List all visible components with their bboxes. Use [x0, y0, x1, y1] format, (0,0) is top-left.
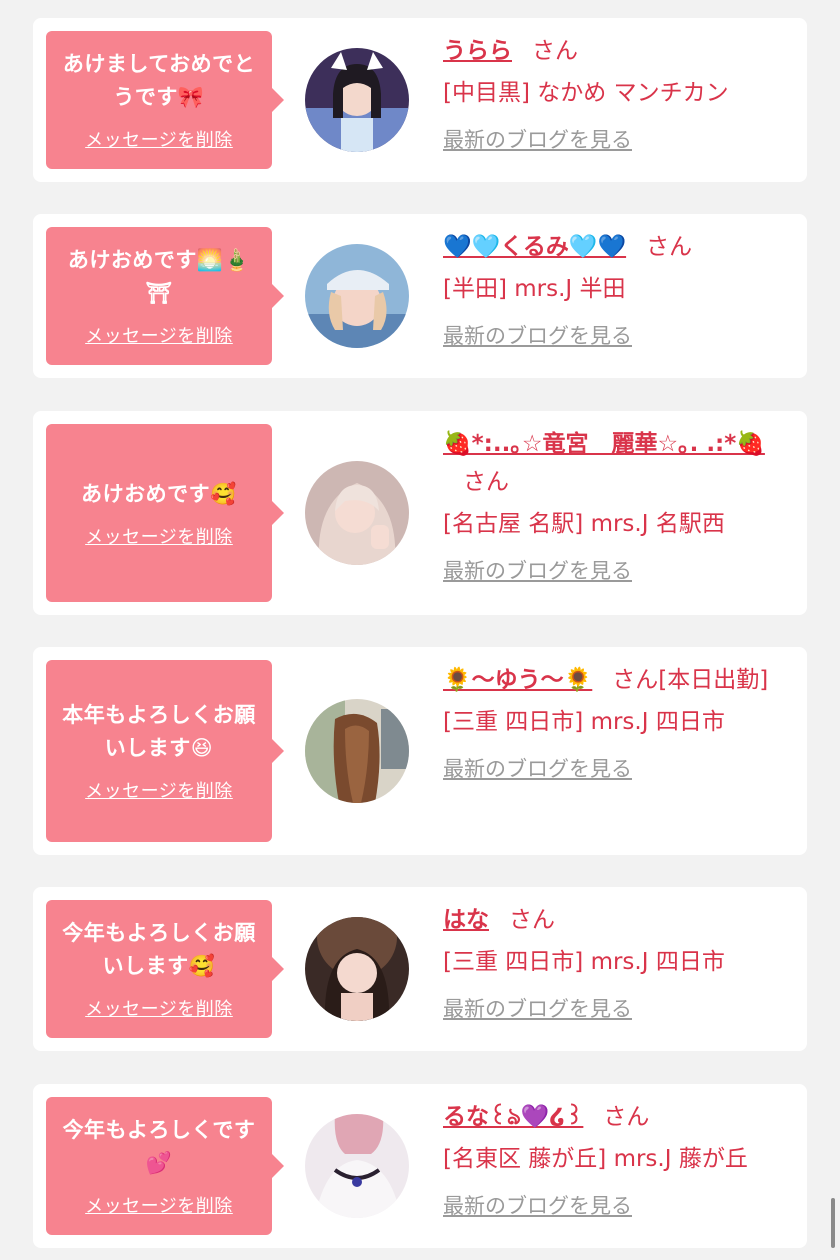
- delete-message-link[interactable]: メッセージを削除: [85, 777, 233, 803]
- message-bubble: 本年もよろしくお願いします😆 メッセージを削除: [46, 660, 284, 842]
- avatar[interactable]: [305, 48, 409, 152]
- message-card: 今年もよろしくお願いします🥰 メッセージを削除 はな さん [三重 四日市] mr…: [33, 887, 807, 1051]
- avatar[interactable]: [305, 461, 409, 565]
- message-card: あけおめです🥰 メッセージを削除 🍓*:..｡☆竜宮 麗華☆｡. .:*🍓 さん …: [33, 411, 807, 615]
- sender-info: るな꒰ঌ💜໒꒱ さん [名東区 藤が丘] mrs.J 藤が丘 最新のブログを見る: [443, 1098, 799, 1221]
- sender-info: はな さん [三重 四日市] mrs.J 四日市 最新のブログを見る: [443, 901, 799, 1024]
- message-bubble: あけおめです🌅🎍⛩ メッセージを削除: [46, 227, 284, 365]
- avatar-photo-icon: [305, 48, 409, 152]
- sender-info: 💙🩵くるみ🩵💙 さん [半田] mrs.J 半田 最新のブログを見る: [443, 228, 799, 351]
- shop-label: [三重 四日市] mrs.J 四日市: [443, 949, 725, 975]
- sender-name-link[interactable]: 🌻〜ゆう〜🌻: [443, 667, 592, 693]
- message-card: あけましておめでとうです🎀 メッセージを削除 うらら さん [中目黒] なかめ マ…: [33, 18, 807, 182]
- shop-label: [名古屋 名駅] mrs.J 名駅西: [443, 511, 725, 537]
- message-bubble: 今年もよろしくです💕 メッセージを削除: [46, 1097, 284, 1235]
- message-text: 本年もよろしくお願いします😆: [62, 703, 256, 760]
- message-text: あけおめです🥰: [81, 481, 237, 506]
- avatar-photo-icon: [305, 917, 409, 1021]
- avatar[interactable]: [305, 244, 409, 348]
- honorific: さん[本日出勤]: [612, 667, 769, 693]
- delete-message-link[interactable]: メッセージを削除: [85, 1192, 233, 1218]
- sender-name-link[interactable]: 🍓*:..｡☆竜宮 麗華☆｡. .:*🍓: [443, 431, 765, 457]
- avatar[interactable]: [305, 699, 409, 803]
- sender-name-link[interactable]: 💙🩵くるみ🩵💙: [443, 234, 626, 260]
- sender-name-link[interactable]: はな: [443, 907, 489, 933]
- message-list: あけましておめでとうです🎀 メッセージを削除 うらら さん [中目黒] なかめ マ…: [0, 0, 840, 1260]
- latest-blog-link[interactable]: 最新のブログを見る: [443, 321, 632, 351]
- scrollbar-thumb[interactable]: [831, 1198, 835, 1248]
- avatar-photo-icon: [305, 1114, 409, 1218]
- message-text: 今年もよろしくお願いします🥰: [62, 921, 256, 978]
- latest-blog-link[interactable]: 最新のブログを見る: [443, 754, 632, 784]
- shop-label: [三重 四日市] mrs.J 四日市: [443, 709, 725, 735]
- message-text: あけおめです🌅🎍⛩: [67, 248, 251, 305]
- honorific: さん: [646, 234, 693, 260]
- sender-info: 🍓*:..｡☆竜宮 麗華☆｡. .:*🍓 さん [名古屋 名駅] mrs.J 名駅…: [443, 425, 799, 586]
- sender-info: うらら さん [中目黒] なかめ マンチカン 最新のブログを見る: [443, 32, 799, 155]
- shop-label: [中目黒] なかめ マンチカン: [443, 80, 729, 106]
- avatar-photo-icon: [305, 699, 409, 803]
- message-bubble: あけおめです🥰 メッセージを削除: [46, 424, 284, 602]
- delete-message-link[interactable]: メッセージを削除: [85, 322, 233, 348]
- message-text: あけましておめでとうです🎀: [62, 52, 256, 109]
- message-card: 今年もよろしくです💕 メッセージを削除 るな꒰ঌ💜໒꒱ さん [名東区 藤が丘] …: [33, 1084, 807, 1248]
- delete-message-link[interactable]: メッセージを削除: [85, 126, 233, 152]
- message-bubble: あけましておめでとうです🎀 メッセージを削除: [46, 31, 284, 169]
- avatar-photo-icon: [305, 461, 409, 565]
- latest-blog-link[interactable]: 最新のブログを見る: [443, 994, 632, 1024]
- delete-message-link[interactable]: メッセージを削除: [85, 523, 233, 549]
- shop-label: [半田] mrs.J 半田: [443, 276, 626, 302]
- message-text: 今年もよろしくです💕: [62, 1118, 256, 1175]
- delete-message-link[interactable]: メッセージを削除: [85, 995, 233, 1021]
- avatar[interactable]: [305, 917, 409, 1021]
- honorific: さん: [509, 907, 555, 933]
- latest-blog-link[interactable]: 最新のブログを見る: [443, 1191, 632, 1221]
- honorific: さん: [532, 38, 578, 64]
- avatar-photo-icon: [305, 244, 409, 348]
- latest-blog-link[interactable]: 最新のブログを見る: [443, 556, 632, 586]
- message-card: あけおめです🌅🎍⛩ メッセージを削除 💙🩵くるみ🩵💙 さん [半田] mrs.J …: [33, 214, 807, 378]
- message-card: 本年もよろしくお願いします😆 メッセージを削除 🌻〜ゆう〜🌻 さん[本日出勤] […: [33, 647, 807, 855]
- sender-name-link[interactable]: うらら: [443, 38, 512, 64]
- shop-label: [名東区 藤が丘] mrs.J 藤が丘: [443, 1146, 748, 1172]
- message-bubble: 今年もよろしくお願いします🥰 メッセージを削除: [46, 900, 284, 1038]
- honorific: さん: [603, 1104, 650, 1130]
- sender-name-link[interactable]: るな꒰ঌ💜໒꒱: [443, 1104, 583, 1130]
- honorific: さん: [463, 469, 509, 495]
- avatar[interactable]: [305, 1114, 409, 1218]
- latest-blog-link[interactable]: 最新のブログを見る: [443, 125, 632, 155]
- sender-info: 🌻〜ゆう〜🌻 さん[本日出勤] [三重 四日市] mrs.J 四日市 最新のブログ…: [443, 661, 799, 784]
